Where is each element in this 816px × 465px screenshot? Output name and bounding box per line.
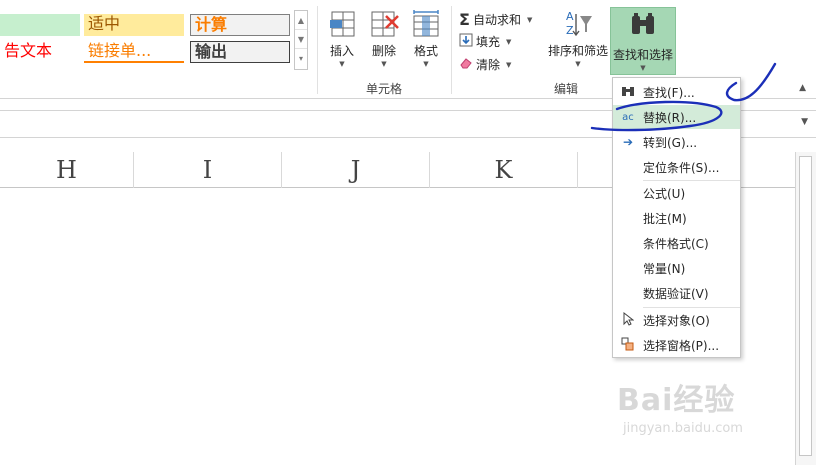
style-warning-text[interactable]: 告文本 (0, 41, 80, 63)
chevron-down-icon: ▼ (423, 60, 429, 68)
column-header-i[interactable]: I (134, 152, 282, 188)
replace-icon: ac (622, 111, 634, 123)
menu-item-conditional-formatting[interactable]: 条件格式(C) (613, 231, 740, 255)
menu-item-constants[interactable]: 常量(N) (613, 256, 740, 280)
style-output[interactable]: 输出 (190, 41, 290, 63)
column-header-h[interactable]: H (0, 152, 134, 188)
style-good[interactable] (0, 14, 80, 36)
chevron-down-icon: ▼ (526, 15, 533, 24)
watermark-url: jingyan.baidu.com (623, 421, 743, 436)
autosum-button[interactable]: Σ 自动求和 ▼ (459, 10, 532, 29)
sort-filter-icon: A Z (562, 8, 594, 40)
style-calculation[interactable]: 计算 (190, 14, 290, 36)
chevron-down-icon: ▼ (575, 60, 581, 68)
sort-filter-button[interactable]: A Z 排序和筛选 ▼ (548, 8, 608, 69)
find-select-button[interactable]: 查找和选择 ▼ (610, 7, 676, 75)
cells-group-label: 单元格 (365, 82, 402, 96)
menu-item-find[interactable]: 查找(F)... (613, 80, 740, 104)
gallery-down-icon[interactable]: ▼ (295, 30, 307, 49)
eraser-icon (459, 56, 473, 73)
sigma-icon: Σ (459, 10, 470, 29)
menu-item-comments[interactable]: 批注(M) (613, 206, 740, 230)
menu-item-selection-pane[interactable]: 选择窗格(P)... (613, 333, 740, 357)
fill-down-icon (459, 33, 473, 50)
clear-button[interactable]: 清除 ▼ (459, 56, 511, 73)
menu-item-goto-special[interactable]: 定位条件(S)... (613, 155, 740, 179)
chevron-down-icon: ▼ (640, 64, 646, 72)
group-separator (317, 6, 318, 94)
collapse-ribbon-icon[interactable]: ▲ (799, 83, 806, 93)
expand-formula-bar-icon[interactable]: ▼ (801, 117, 808, 127)
svg-text:Z: Z (566, 24, 574, 37)
column-header-j[interactable]: J (282, 152, 430, 188)
baidu-logo: Bai经验 (617, 383, 736, 418)
chevron-down-icon: ▼ (381, 60, 387, 68)
menu-item-select-objects[interactable]: 选择对象(O) (613, 308, 740, 332)
menu-item-goto[interactable]: ➔ 转到(G)... (613, 130, 740, 154)
binoculars-icon (613, 85, 643, 100)
delete-button[interactable]: 删除 ▼ (366, 8, 402, 69)
pointer-icon (613, 311, 643, 329)
editing-group-label: 编辑 (553, 82, 578, 96)
delete-icon (368, 8, 400, 40)
column-header-k[interactable]: K (430, 152, 578, 188)
binoculars-icon (627, 12, 659, 44)
style-linked-cell[interactable]: 链接单... (84, 41, 184, 63)
menu-item-data-validation[interactable]: 数据验证(V) (613, 281, 740, 305)
gallery-up-icon[interactable]: ▲ (295, 11, 307, 30)
gallery-more-icon[interactable]: ▾ (295, 49, 307, 68)
svg-text:A: A (566, 10, 574, 23)
menu-item-formulas[interactable]: 公式(U) (613, 181, 740, 205)
chevron-down-icon: ▼ (506, 60, 512, 69)
insert-icon (326, 8, 358, 40)
format-button[interactable]: 格式 ▼ (408, 8, 444, 69)
chevron-down-icon: ▼ (339, 60, 345, 68)
selection-pane-icon (613, 337, 643, 354)
baidu-watermark: Bai经验 jingyan.baidu.com (617, 375, 807, 445)
insert-button[interactable]: 插入 ▼ (324, 8, 360, 69)
chevron-down-icon: ▼ (506, 37, 512, 46)
fill-button[interactable]: 填充 ▼ (459, 33, 511, 50)
format-icon (410, 8, 442, 40)
styles-gallery-scroll[interactable]: ▲ ▼ ▾ (294, 10, 308, 70)
find-select-menu: 查找(F)... ac 替换(R)... ➔ 转到(G)... 定位条件(S).… (612, 77, 741, 358)
menu-item-replace[interactable]: ac 替换(R)... (613, 105, 740, 129)
arrow-right-icon: ➔ (622, 135, 634, 149)
style-neutral[interactable]: 适中 (84, 14, 184, 36)
group-separator (451, 6, 452, 94)
